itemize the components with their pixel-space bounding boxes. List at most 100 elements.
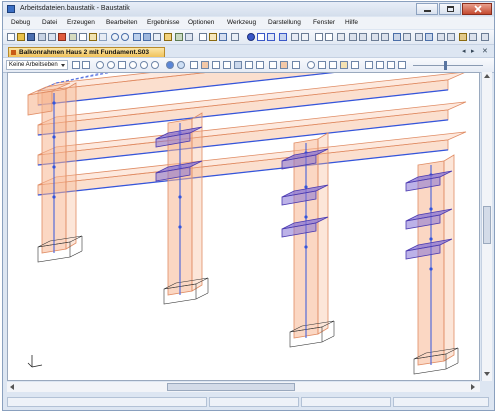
undo-icon[interactable] [111, 33, 119, 41]
wireframe-icon[interactable] [190, 61, 198, 69]
section-view-icon[interactable] [269, 61, 277, 69]
view-front-small-icon[interactable] [376, 61, 384, 69]
print-icon[interactable] [38, 33, 46, 41]
beam-icon[interactable] [257, 33, 265, 41]
refresh-icon[interactable] [245, 61, 253, 69]
menu-datei[interactable]: Datei [42, 19, 57, 26]
horizontal-scroll-thumb[interactable] [167, 383, 295, 391]
list-icon[interactable] [231, 33, 239, 41]
print-preview-icon[interactable] [48, 33, 56, 41]
horizontal-scrollbar[interactable] [7, 382, 480, 392]
report-icon[interactable] [164, 33, 172, 41]
zoom-previous-icon[interactable] [151, 61, 159, 69]
menu-erzeugen[interactable]: Erzeugen [67, 19, 95, 26]
roof-icon[interactable] [415, 33, 423, 41]
menu-optionen[interactable]: Optionen [188, 19, 214, 26]
vertical-scroll-thumb[interactable] [483, 206, 491, 244]
pdf-export-icon[interactable] [58, 33, 66, 41]
house-view-icon[interactable] [212, 61, 220, 69]
view-iso-icon[interactable] [398, 61, 406, 69]
menu-werkzeug[interactable]: Werkzeug [227, 19, 256, 26]
cut-icon[interactable] [69, 33, 77, 41]
hammer-icon[interactable] [337, 33, 345, 41]
view-top-icon[interactable] [365, 61, 373, 69]
zoom-all-icon[interactable] [140, 61, 148, 69]
foundation-icon[interactable] [393, 33, 401, 41]
combination-icon[interactable] [301, 33, 309, 41]
light-icon[interactable] [307, 61, 315, 69]
close-button[interactable] [462, 3, 492, 15]
node-display-icon[interactable] [292, 61, 300, 69]
view-left-icon[interactable] [387, 61, 395, 69]
material-icon[interactable] [459, 33, 467, 41]
folder-icon[interactable] [209, 33, 217, 41]
scroll-left-icon[interactable] [10, 384, 14, 390]
pointer-icon[interactable] [72, 61, 80, 69]
document-tab[interactable]: Balkonrahmen Haus 2 mit Fundament.S03 [8, 47, 165, 57]
grid-view-icon[interactable] [219, 33, 227, 41]
tab-close-icon[interactable]: ✕ [482, 47, 488, 55]
calculate-icon[interactable] [133, 33, 141, 41]
select-box-icon[interactable] [82, 61, 90, 69]
scroll-up-icon[interactable] [484, 74, 490, 78]
support-display-icon[interactable] [351, 61, 359, 69]
frame-icon[interactable] [371, 33, 379, 41]
column-icon[interactable] [267, 33, 275, 41]
maximize-button[interactable] [439, 3, 461, 15]
delete-icon[interactable] [99, 33, 107, 41]
zoom-slider-track[interactable] [413, 65, 483, 66]
work-plane-select[interactable]: Keine Arbeitseben [6, 60, 68, 70]
zoom-out-icon[interactable] [129, 61, 137, 69]
zoom-window-icon[interactable] [96, 61, 104, 69]
table-icon[interactable] [153, 33, 161, 41]
measure-icon[interactable] [469, 33, 477, 41]
load-display-icon[interactable] [340, 61, 348, 69]
stairs-icon[interactable] [403, 33, 411, 41]
menu-debug[interactable]: Debug [11, 19, 30, 26]
save-icon[interactable] [27, 33, 35, 41]
scroll-down-icon[interactable] [484, 372, 490, 376]
settings-icon[interactable] [175, 33, 183, 41]
truss-icon[interactable] [381, 33, 389, 41]
solid-view-icon[interactable] [201, 61, 209, 69]
menu-ergebnisse[interactable]: Ergebnisse [147, 19, 180, 26]
page-icon[interactable] [199, 33, 207, 41]
member-display-icon[interactable] [280, 61, 288, 69]
rotate-view-icon[interactable] [166, 61, 174, 69]
slab-icon[interactable] [349, 33, 357, 41]
grid-icon[interactable] [234, 61, 242, 69]
results-icon[interactable] [143, 33, 151, 41]
section-icon[interactable] [425, 33, 433, 41]
paste-icon[interactable] [89, 33, 97, 41]
load-icon[interactable] [291, 33, 299, 41]
menu-darstellung[interactable]: Darstellung [268, 19, 301, 26]
scroll-right-icon[interactable] [471, 384, 475, 390]
model-viewport[interactable] [7, 72, 480, 381]
view-front-icon[interactable] [315, 33, 323, 41]
building-icon[interactable] [223, 61, 231, 69]
zoom-slider-thumb[interactable] [444, 61, 447, 70]
view-side-icon[interactable] [325, 33, 333, 41]
dimension-icon[interactable] [437, 33, 445, 41]
more-tools-icon[interactable] [481, 33, 489, 41]
shading-icon[interactable] [318, 61, 326, 69]
text-tool-icon[interactable] [447, 33, 455, 41]
frame-view-icon[interactable] [256, 61, 264, 69]
minimize-button[interactable] [416, 3, 438, 15]
vertical-scrollbar[interactable] [481, 72, 492, 381]
support-icon[interactable] [279, 33, 287, 41]
wall-icon[interactable] [359, 33, 367, 41]
zoom-in-icon[interactable] [107, 61, 115, 69]
menu-bearbeiten[interactable]: Bearbeiten [106, 19, 137, 26]
new-file-icon[interactable] [7, 33, 15, 41]
node-icon[interactable] [247, 33, 255, 41]
options-icon[interactable] [185, 33, 193, 41]
tab-scroll-right-icon[interactable]: ▸ [471, 47, 475, 55]
copy-icon[interactable] [79, 33, 87, 41]
menu-hilfe[interactable]: Hilfe [345, 19, 358, 26]
labels-icon[interactable] [329, 61, 337, 69]
orbit-icon[interactable] [177, 61, 185, 69]
pan-icon[interactable] [118, 61, 126, 69]
menu-fenster[interactable]: Fenster [313, 19, 335, 26]
redo-icon[interactable] [121, 33, 129, 41]
